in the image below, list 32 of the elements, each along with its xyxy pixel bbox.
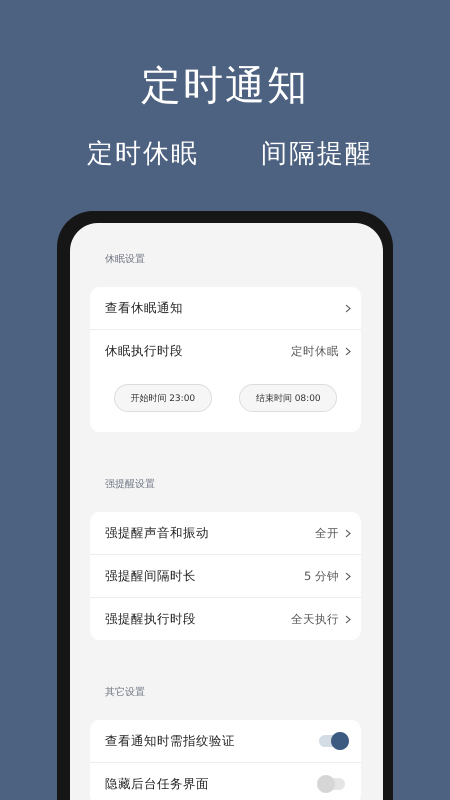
settings-row[interactable]: 强提醒间隔时长 5 分钟 (90, 554, 361, 597)
chevron-icon (345, 346, 351, 356)
subtitle: 间隔提醒 (261, 138, 373, 171)
chevron-icon (345, 614, 351, 624)
row-label: 强提醒执行时段 (105, 610, 196, 628)
settings-row[interactable]: 隐藏后台任务界面 (90, 762, 361, 800)
settings-row[interactable]: 强提醒声音和振动 全开 (90, 512, 361, 554)
chevron-icon (345, 572, 351, 580)
row-label: 强提醒声音和振动 (105, 524, 209, 542)
row-value: 定时休眠 (291, 344, 339, 358)
row-label: 查看通知时需指纹验证 (105, 732, 235, 750)
settings-row[interactable]: 查看通知时需指纹验证 (90, 720, 361, 762)
section-title: 其它设置 (104, 686, 146, 700)
chevron-icon (345, 528, 351, 538)
settings-row[interactable]: 查看休眠通知 (90, 287, 361, 329)
row-label: 休眠执行时段 (105, 342, 183, 360)
row-label: 强提醒间隔时长 (105, 568, 196, 584)
row-label: 隐藏后台任务界面 (105, 776, 209, 792)
headline: 定时通知 (140, 62, 310, 111)
row-value: 全天执行 (291, 612, 339, 626)
section-title: 休眠设置 (104, 253, 146, 267)
row-value: 全开 (315, 526, 339, 540)
subtitle: 定时休眠 (87, 138, 199, 171)
time-button[interactable]: 结束时间 08:00 (239, 384, 338, 412)
settings-row[interactable]: 强提醒执行时段 全天执行 (90, 597, 361, 640)
chevron-icon (345, 304, 351, 312)
time-button[interactable]: 开始时间 23:00 (114, 384, 212, 412)
settings-row[interactable]: 休眠执行时段 定时休眠 (90, 329, 361, 372)
row-label: 查看休眠通知 (105, 300, 183, 316)
toggle-switch[interactable] (317, 732, 349, 750)
section-title: 强提醒设置 (104, 478, 156, 492)
row-value: 5 分钟 (304, 568, 339, 584)
